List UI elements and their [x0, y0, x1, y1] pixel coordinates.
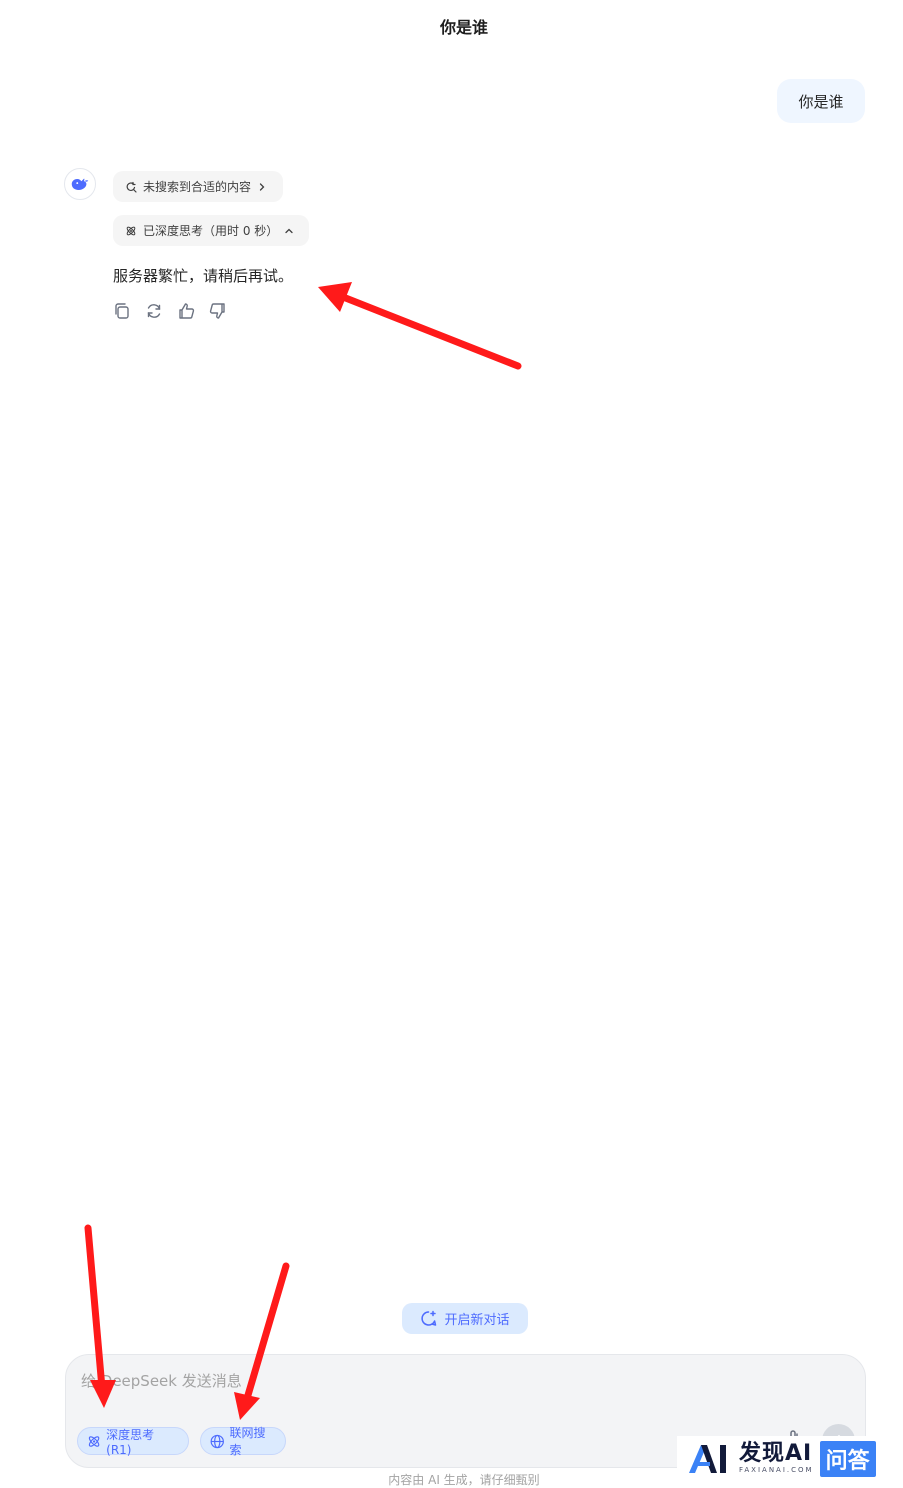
new-chat-icon: [421, 1310, 437, 1326]
page-title: 你是谁: [439, 18, 488, 37]
whale-logo-icon: [71, 178, 89, 190]
regenerate-button[interactable]: [144, 300, 164, 322]
faxianai-watermark: 发现AI FAXIANAI.COM 问答: [677, 1436, 903, 1481]
watermark-brand: 发现AI FAXIANAI.COM: [739, 1443, 814, 1474]
user-message-bubble: 你是谁: [777, 79, 865, 123]
message-input[interactable]: [79, 1368, 803, 1404]
thumbs-down-icon: [209, 303, 225, 319]
watermark-brand-name: 发现AI: [739, 1441, 813, 1466]
globe-icon: [210, 1434, 224, 1448]
watermark-domain: FAXIANAI.COM: [739, 1466, 814, 1474]
dislike-button[interactable]: [208, 300, 228, 322]
search-status-label: 未搜索到合适的内容: [143, 180, 252, 194]
thumbs-up-icon: [179, 303, 195, 319]
web-search-toggle[interactable]: 联网搜索: [200, 1426, 286, 1457]
assistant-answer: 服务器繁忙，请稍后再试。: [113, 267, 294, 285]
new-chat-button[interactable]: 开启新对话: [402, 1303, 528, 1334]
chevron-up-icon: [285, 228, 293, 233]
atom-icon: [88, 1435, 100, 1447]
atom-icon: [126, 226, 136, 235]
chevron-right-icon: [259, 182, 265, 191]
watermark-tag: 问答: [819, 1440, 876, 1477]
arrow-to-answer: [318, 282, 522, 370]
like-button[interactable]: [176, 300, 196, 322]
copy-icon: [115, 303, 129, 319]
message-actions: [112, 300, 228, 322]
refresh-icon: [147, 304, 161, 318]
web-search-label: 联网搜索: [229, 1426, 266, 1457]
deep-think-status-pill[interactable]: 已深度思考（用时 0 秒）: [113, 215, 309, 246]
search-status-pill[interactable]: 未搜索到合适的内容: [113, 171, 283, 202]
ai-logo-icon: [689, 1444, 726, 1473]
search-refresh-icon: [126, 181, 137, 193]
deep-think-toggle[interactable]: 深度思考 (R1): [77, 1427, 189, 1457]
copy-button[interactable]: [112, 300, 132, 322]
deep-think-status-label: 已深度思考（用时 0 秒）: [143, 224, 279, 238]
deepseek-avatar: [64, 168, 96, 200]
deep-think-label: 深度思考 (R1): [106, 1427, 155, 1457]
new-chat-label: 开启新对话: [444, 1313, 510, 1328]
